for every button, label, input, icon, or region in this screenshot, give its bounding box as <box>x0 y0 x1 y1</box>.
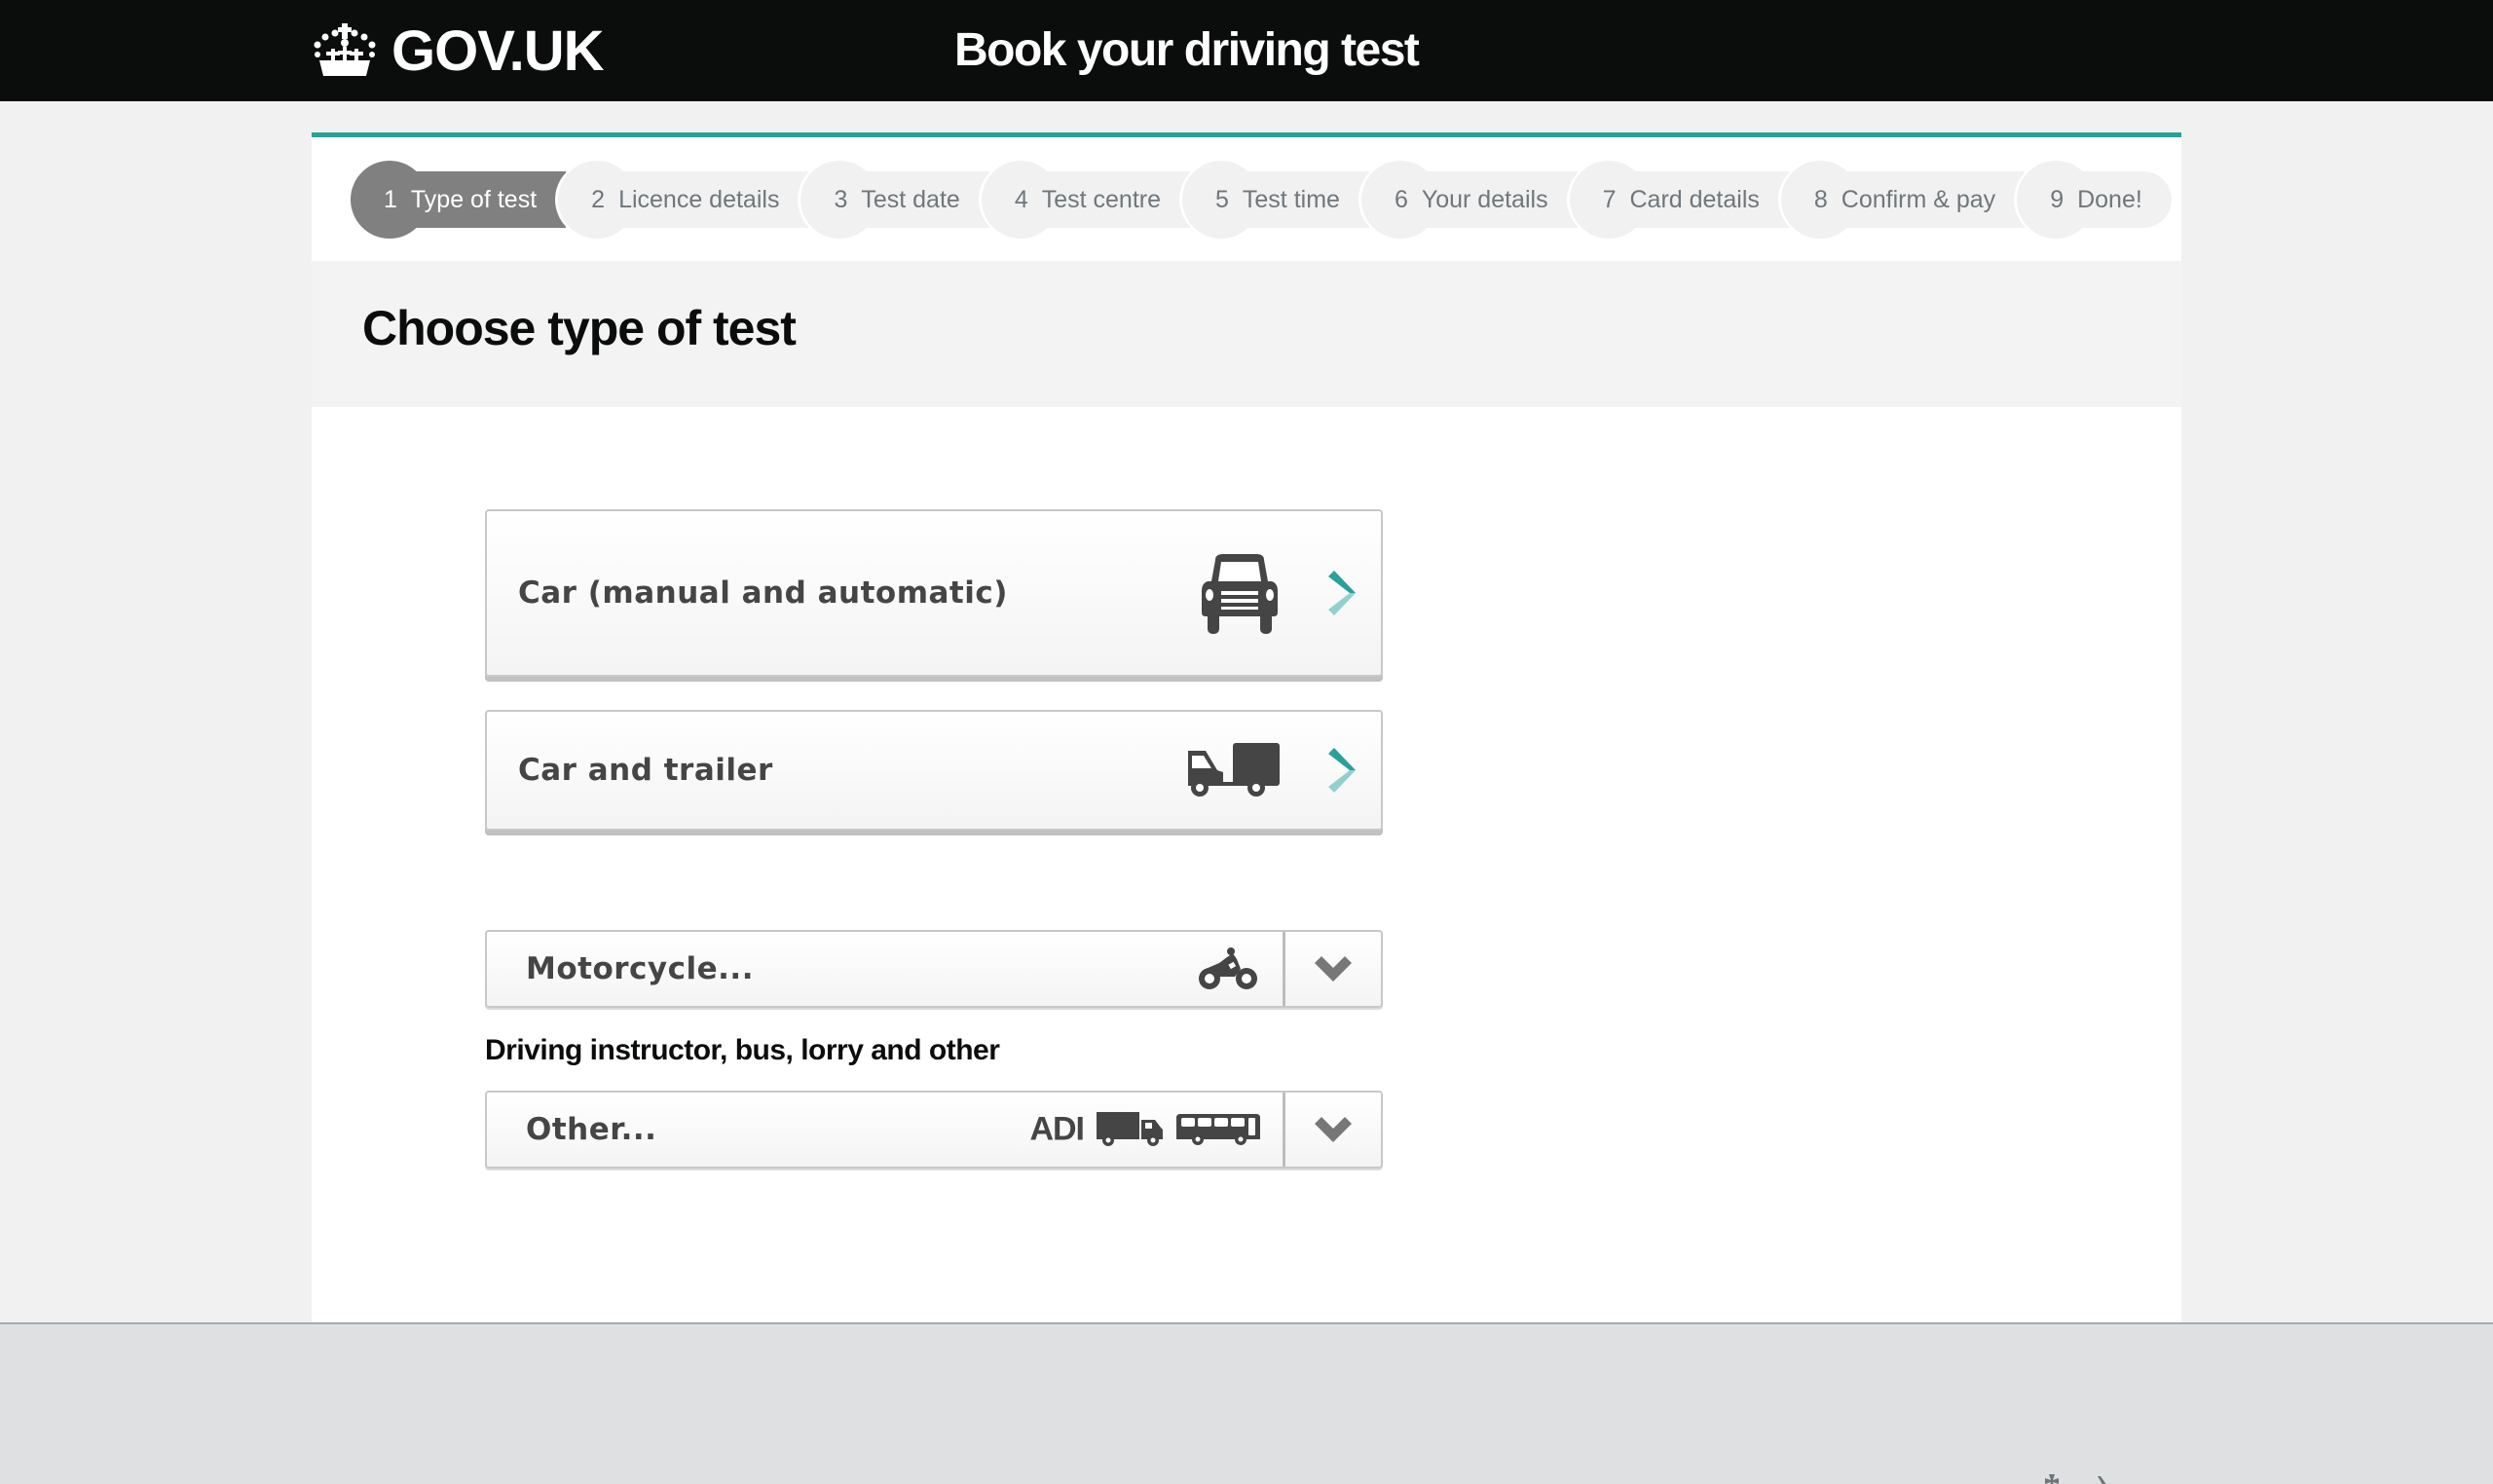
step-label: 7 Card details <box>1570 186 1789 214</box>
motorcycle-dropdown[interactable]: Motorcycle... <box>485 930 1383 1008</box>
step-text: Your details <box>1421 185 1548 213</box>
step-test-centre[interactable]: 4 Test centre <box>981 161 1190 239</box>
car-and-trailer-label: Car and trailer <box>518 753 773 788</box>
site-footer <box>0 1322 2493 1484</box>
chevron-right-icon <box>1328 748 1356 793</box>
other-label: Other... <box>526 1112 657 1147</box>
main-container: 1 Type of test 2 Licence details 3 Test dat… <box>312 132 2181 1324</box>
step-number: 1 <box>384 185 397 213</box>
bus-icon <box>1176 1114 1260 1145</box>
step-label: 4 Test centre <box>982 186 1190 214</box>
site-header: GOV.UK Book your driving test <box>0 0 2493 101</box>
step-number: 8 <box>1813 185 1828 213</box>
govuk-logo-link[interactable]: GOV.UK <box>312 19 604 83</box>
step-done[interactable]: 9 Done! <box>2017 161 2172 239</box>
step-number: 2 <box>591 185 606 213</box>
car-and-trailer-test-button[interactable]: Car and trailer <box>485 710 1383 831</box>
adi-badge: ADI <box>1029 1110 1085 1148</box>
progress-stepper: 1 Type of test 2 Licence details 3 Test dat… <box>351 161 2172 239</box>
step-text: Type of test <box>410 185 538 213</box>
dropdown-divider <box>1283 932 1285 1006</box>
step-card-details[interactable]: 7 Card details <box>1569 161 1789 239</box>
step-text: Card details <box>1629 185 1760 213</box>
step-text: Licence details <box>618 185 780 213</box>
chevron-down-icon[interactable] <box>1315 1117 1352 1142</box>
step-label: 5 Test time <box>1182 186 1369 214</box>
car-icon <box>1202 554 1278 634</box>
step-number: 3 <box>834 185 848 213</box>
car-test-button[interactable]: Car (manual and automatic) <box>485 509 1383 677</box>
other-group-label: Driving instructor, bus, lorry and other <box>485 1034 1000 1066</box>
step-label: 1 Type of test <box>351 186 566 214</box>
van-trailer-icon <box>1188 743 1280 797</box>
lorry-icon <box>1097 1112 1163 1146</box>
step-text: Done! <box>2077 185 2142 213</box>
step-your-details[interactable]: 6 Your details <box>1360 161 1578 239</box>
car-test-label: Car (manual and automatic) <box>518 575 1008 611</box>
step-test-date[interactable]: 3 Test date <box>800 161 989 239</box>
step-text: Test date <box>861 185 960 213</box>
royal-crest-icon <box>2045 1474 2106 1484</box>
page-title: Choose type of test <box>362 301 797 355</box>
service-name-link[interactable]: Book your driving test <box>954 19 1420 82</box>
step-label: 6 Your details <box>1361 186 1578 214</box>
step-label: 8 Confirm & pay <box>1781 186 2025 214</box>
heading-band: Choose type of test <box>312 261 2181 407</box>
chevron-right-icon <box>1328 571 1356 615</box>
step-text: Confirm & pay <box>1841 185 1996 213</box>
step-type-of-test[interactable]: 1 Type of test <box>351 161 567 239</box>
step-confirm-and-pay[interactable]: 8 Confirm & pay <box>1780 161 2026 239</box>
crown-icon <box>314 23 376 76</box>
motorcycle-icon <box>1199 947 1257 989</box>
step-text: Test centre <box>1041 185 1161 213</box>
step-label: 9 Done! <box>2017 186 2172 214</box>
step-number: 5 <box>1215 185 1229 213</box>
step-test-time[interactable]: 5 Test time <box>1182 161 1369 239</box>
dropdown-divider <box>1283 1093 1285 1167</box>
step-number: 4 <box>1014 185 1028 213</box>
step-licence-details[interactable]: 2 Licence details <box>558 161 809 239</box>
step-label: 2 Licence details <box>558 186 808 214</box>
other-test-dropdown[interactable]: Other... ADI <box>485 1091 1383 1169</box>
chevron-down-icon[interactable] <box>1315 956 1352 982</box>
logo-text: GOV.UK <box>391 19 604 83</box>
step-number: 6 <box>1394 185 1408 213</box>
step-number: 7 <box>1602 185 1617 213</box>
step-number: 9 <box>2050 185 2065 213</box>
step-text: Test time <box>1242 185 1340 213</box>
step-label: 3 Test date <box>800 186 988 214</box>
motorcycle-label: Motorcycle... <box>526 951 754 986</box>
